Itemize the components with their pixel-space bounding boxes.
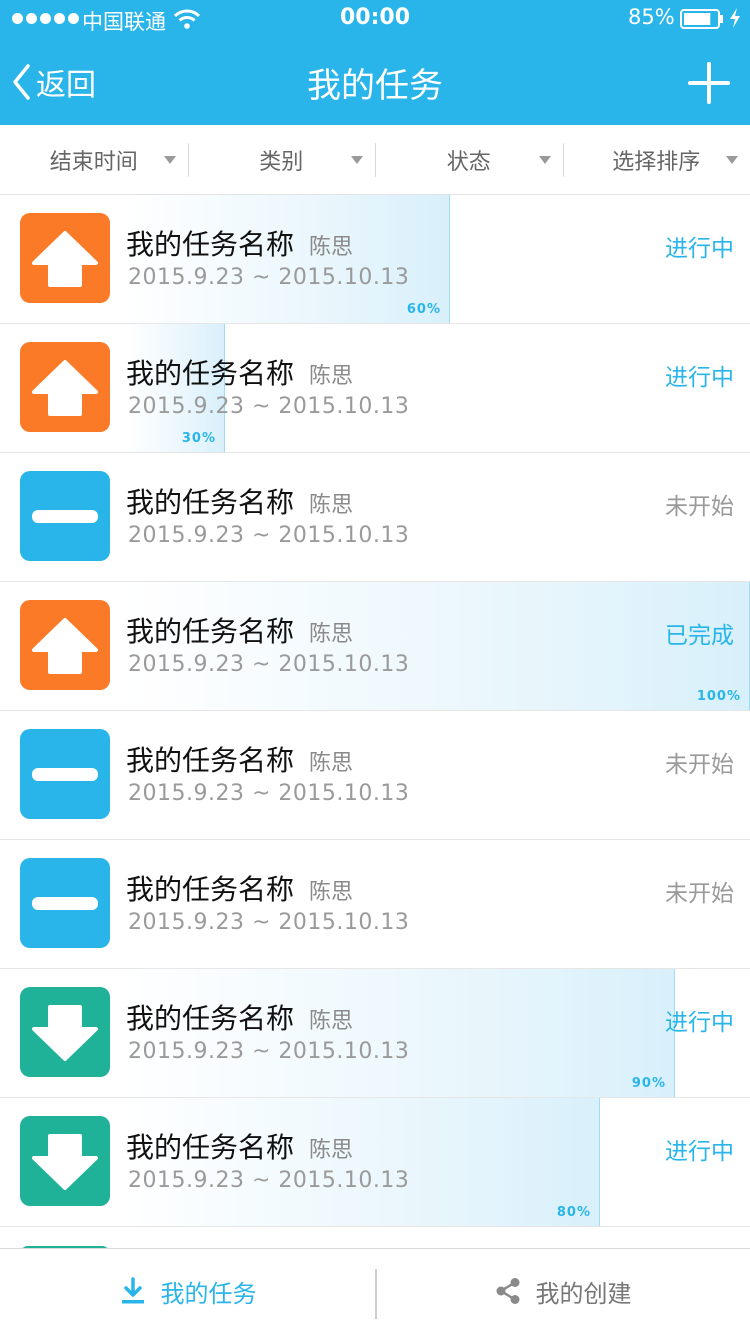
task-name: 我的任务名称 (126, 1002, 295, 1035)
task-owner: 陈思 (309, 493, 354, 518)
task-date-range: 2015.9.23 ~ 2015.10.13 (128, 1168, 410, 1193)
task-owner: 陈思 (309, 751, 354, 776)
task-name: 我的任务名称 (126, 486, 295, 519)
task-status: 未开始 (665, 494, 734, 520)
caret-down-icon (726, 156, 738, 164)
filter-category[interactable]: 类别 (187, 125, 376, 194)
tab-label: 我的任务 (160, 1279, 257, 1308)
progress-percent: 100% (696, 689, 741, 704)
minus-icon (20, 471, 110, 561)
task-name: 我的任务名称 (126, 615, 295, 648)
task-status: 进行中 (665, 1139, 734, 1165)
task-date-range: 2015.9.23 ~ 2015.10.13 (128, 1039, 410, 1064)
progress-percent: 90% (631, 1076, 666, 1091)
page-title: 我的任务 (307, 66, 443, 106)
minus-icon (20, 858, 110, 948)
charging-bolt-icon (730, 8, 740, 28)
task-owner: 陈思 (309, 622, 354, 647)
task-owner: 陈思 (309, 1009, 354, 1034)
tab-bar: 我的任务 我的创建 (0, 1248, 750, 1333)
filter-label: 结束时间 (49, 149, 138, 175)
add-task-button[interactable] (688, 62, 730, 104)
task-date-range: 2015.9.23 ~ 2015.10.13 (128, 523, 410, 548)
task-name: 我的任务名称 (126, 357, 295, 390)
filter-label: 选择排序 (612, 149, 701, 175)
filter-sort[interactable]: 选择排序 (562, 125, 750, 194)
minus-icon (20, 729, 110, 819)
filter-bar: 结束时间 类别 状态 选择排序 (0, 125, 750, 195)
progress-percent: 60% (406, 302, 441, 317)
task-owner: 陈思 (309, 880, 354, 905)
task-row[interactable]: 我的任务名称 陈思 2015.9.23 ~ 2015.10.13 未开始 (0, 453, 750, 582)
filter-label: 状态 (446, 149, 491, 175)
task-row[interactable]: 90% 我的任务名称 陈思 2015.9.23 ~ 2015.10.13 进行中 (0, 969, 750, 1098)
caret-down-icon (351, 156, 363, 164)
share-icon (496, 1278, 519, 1304)
tab-my-tasks[interactable]: 我的任务 (0, 1249, 375, 1333)
progress-percent: 80% (556, 1205, 591, 1220)
task-status: 进行中 (665, 365, 734, 391)
task-status: 未开始 (665, 881, 734, 907)
task-date-range: 2015.9.23 ~ 2015.10.13 (128, 781, 410, 806)
task-status: 已完成 (665, 623, 734, 649)
task-name: 我的任务名称 (126, 1131, 295, 1164)
task-row[interactable]: 80% 我的任务名称 陈思 2015.9.23 ~ 2015.10.13 进行中 (0, 1098, 750, 1227)
caret-down-icon (538, 156, 551, 164)
tab-label: 我的创建 (535, 1279, 632, 1308)
tab-my-created[interactable]: 我的创建 (375, 1249, 750, 1333)
header: 中国联通 00:00 85% 返回 我的任务 (0, 0, 750, 125)
task-name: 我的任务名称 (126, 228, 295, 261)
arrow-up-icon (20, 600, 110, 690)
task-row[interactable]: 100% 我的任务名称 陈思 2015.9.23 ~ 2015.10.13 已完… (0, 582, 750, 711)
task-row[interactable]: 60% 我的任务名称 陈思 2015.9.23 ~ 2015.10.13 进行中 (0, 195, 750, 324)
task-status: 进行中 (665, 1010, 734, 1036)
filter-end-time[interactable]: 结束时间 (0, 125, 188, 194)
nav-bar: 返回 我的任务 (0, 40, 750, 125)
task-name: 我的任务名称 (126, 744, 295, 777)
battery-icon (680, 9, 723, 29)
caret-down-icon (163, 156, 176, 164)
task-date-range: 2015.9.23 ~ 2015.10.13 (128, 265, 410, 290)
arrow-down-icon (20, 987, 110, 1077)
task-row[interactable]: 我的任务名称 陈思 2015.9.23 ~ 2015.10.13 未开始 (0, 840, 750, 969)
task-date-range: 2015.9.23 ~ 2015.10.13 (128, 652, 410, 677)
task-date-range: 2015.9.23 ~ 2015.10.13 (128, 394, 410, 419)
task-row[interactable]: 我的任务名称 陈思 2015.9.23 ~ 2015.10.13 未开始 (0, 711, 750, 840)
filter-label: 类别 (259, 149, 304, 175)
task-owner: 陈思 (309, 235, 354, 260)
status-bar: 中国联通 00:00 85% (0, 0, 750, 40)
arrow-down-icon (20, 1116, 110, 1206)
task-list: 60% 我的任务名称 陈思 2015.9.23 ~ 2015.10.13 进行中… (0, 195, 750, 1248)
task-owner: 陈思 (309, 364, 354, 389)
task-date-range: 2015.9.23 ~ 2015.10.13 (128, 910, 410, 935)
arrow-up-icon (20, 213, 110, 303)
task-name: 我的任务名称 (126, 873, 295, 906)
battery-percent: 85% (628, 5, 675, 29)
arrow-up-icon (20, 342, 110, 432)
task-row[interactable]: 30% 我的任务名称 陈思 2015.9.23 ~ 2015.10.13 进行中 (0, 324, 750, 453)
task-owner: 陈思 (309, 1138, 354, 1163)
task-status: 进行中 (665, 236, 734, 262)
download-icon (121, 1277, 144, 1304)
progress-percent: 30% (181, 431, 216, 446)
filter-status[interactable]: 状态 (375, 125, 563, 194)
task-status: 未开始 (665, 752, 734, 778)
